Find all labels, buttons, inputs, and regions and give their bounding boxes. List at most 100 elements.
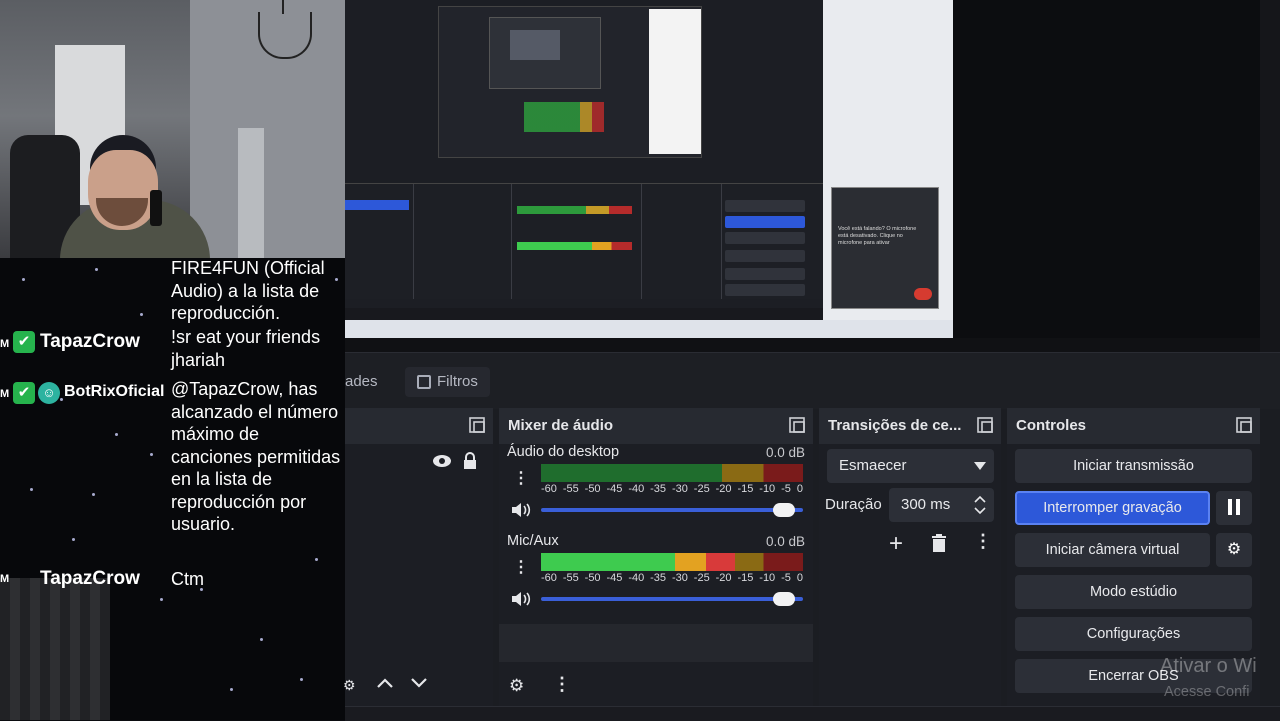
- obs-preview[interactable]: Você está falando? O microfone está desa…: [345, 0, 1260, 352]
- move-down-icon[interactable]: [410, 676, 428, 690]
- transition-select[interactable]: Esmaecer: [827, 449, 994, 483]
- advanced-audio-gear-icon[interactable]: ⚙: [509, 676, 524, 696]
- channel-db-desktop: 0.0 dB: [765, 445, 805, 460]
- settings-icon[interactable]: ⚙: [343, 677, 356, 694]
- mixer-menu-icon[interactable]: ⋮: [553, 674, 571, 695]
- chat-message-text: !sr eat your friends jhariah: [171, 327, 321, 370]
- bot-badge-icon: ☺: [38, 382, 60, 404]
- start-stream-button[interactable]: Iniciar transmissão: [1015, 449, 1252, 483]
- volume-slider-desktop[interactable]: [541, 503, 803, 517]
- settings-button[interactable]: Configurações: [1015, 617, 1252, 651]
- meter-tick-label: -25: [693, 483, 710, 495]
- scene-transitions-dock: Transições de ce... Esmaecer Duração 300…: [819, 408, 1001, 720]
- windows-activation-watermark: Ativar o Wi: [1160, 655, 1257, 677]
- channel-db-mic: 0.0 dB: [765, 534, 805, 549]
- chat-mod-prefix: M: [0, 388, 10, 400]
- tab-filters[interactable]: Filtros: [405, 367, 490, 397]
- add-transition-icon[interactable]: +: [889, 530, 903, 558]
- meter-tick-label: -60: [541, 483, 557, 495]
- meter-tick-label: -45: [606, 572, 623, 584]
- meter-tick-label: -20: [715, 572, 732, 584]
- chat-mod-prefix: M: [0, 573, 10, 585]
- undock-icon[interactable]: [977, 417, 993, 433]
- chat-username: BotRixOficial: [64, 383, 165, 400]
- start-virtual-camera-button[interactable]: Iniciar câmera virtual: [1015, 533, 1210, 567]
- slider-handle[interactable]: [773, 592, 796, 606]
- captured-screen: [345, 0, 825, 338]
- volume-slider-mic[interactable]: [541, 592, 803, 606]
- meter-tick-label: -10: [759, 483, 776, 495]
- stop-recording-button[interactable]: Interromper gravação: [1015, 491, 1210, 525]
- transition-select-value: Esmaecer: [839, 457, 907, 474]
- nested-taskbar: [345, 320, 953, 338]
- duration-spinbox[interactable]: 300 ms: [889, 488, 994, 522]
- undock-icon[interactable]: [1236, 417, 1252, 433]
- volume-meter-desktop: [541, 464, 803, 482]
- pause-recording-button[interactable]: [1216, 491, 1252, 525]
- speaker-icon[interactable]: [511, 591, 531, 607]
- mixer-title: Mixer de áudio: [508, 417, 614, 434]
- moderator-badge-icon: ✔: [13, 382, 35, 404]
- chat-username: TapazCrow: [40, 331, 140, 352]
- dock-tab-row: ades Filtros: [345, 352, 1280, 409]
- meter-scale: -60 -55 -50 -45 -40 -35 -30 -25 -20 -15 -10 -5 0: [541, 572, 803, 584]
- moderator-badge-icon: ✔: [13, 331, 35, 353]
- chat-username: TapazCrow: [40, 568, 140, 589]
- audio-mixer-dock: Mixer de áudio Áudio do desktop 0.0 dB ⋮…: [499, 408, 813, 720]
- nested-phone-window: Você está falando? O microfone está desa…: [823, 0, 953, 320]
- chat-message-text: Ctm: [171, 569, 204, 589]
- trash-icon[interactable]: [931, 534, 947, 552]
- channel-menu-icon[interactable]: ⋮: [513, 468, 529, 488]
- meter-tick-label: -55: [562, 572, 579, 584]
- chevron-down-icon: [974, 462, 986, 470]
- channel-name-mic: Mic/Aux: [507, 533, 559, 549]
- eye-icon[interactable]: [432, 454, 452, 468]
- meter-tick-label: -30: [671, 483, 688, 495]
- transitions-title: Transições de ce...: [828, 417, 962, 434]
- meter-tick-label: -5: [781, 483, 791, 495]
- meter-tick-label: -50: [584, 483, 601, 495]
- tab-filters-label: Filtros: [437, 373, 478, 390]
- obs-status-bar: [345, 706, 1280, 721]
- meter-tick-label: -15: [737, 572, 754, 584]
- meter-tick-label: 0: [796, 572, 803, 584]
- meter-tick-label: -40: [628, 483, 645, 495]
- obs-docks: ades Filtros ⚙ Mixer de áudio Áudio do d…: [343, 352, 1280, 720]
- tab-properties[interactable]: ades: [333, 367, 390, 397]
- meter-tick-label: -10: [759, 572, 776, 584]
- chat-message-text: FIRE4FUN (Official Audio) a la lista de …: [171, 258, 325, 323]
- speaker-icon[interactable]: [511, 502, 531, 518]
- volume-meter-mic: [541, 553, 803, 571]
- meter-tick-label: -20: [715, 483, 732, 495]
- slider-handle[interactable]: [773, 503, 796, 517]
- meter-tick-label: 0: [796, 483, 803, 495]
- sources-dock: ⚙: [343, 408, 493, 720]
- gear-icon: ⚙: [1226, 541, 1242, 558]
- meter-tick-label: -15: [737, 483, 754, 495]
- lock-icon[interactable]: [462, 452, 478, 470]
- spin-arrows-icon[interactable]: [974, 494, 986, 516]
- controls-title: Controles: [1016, 417, 1087, 434]
- webcam-feed: [0, 0, 345, 258]
- virtual-camera-settings-button[interactable]: ⚙: [1216, 533, 1252, 567]
- nested-capture: [438, 6, 702, 158]
- filter-icon: [417, 375, 431, 389]
- pixelated-overlay: [0, 578, 110, 720]
- duration-value: 300 ms: [901, 496, 951, 513]
- meter-tick-label: -60: [541, 572, 557, 584]
- channel-name-desktop: Áudio do desktop: [507, 444, 620, 460]
- channel-menu-icon[interactable]: ⋮: [513, 557, 529, 577]
- meter-tick-label: -5: [781, 572, 791, 584]
- studio-mode-button[interactable]: Modo estúdio: [1015, 575, 1252, 609]
- nested-obs-docks: [345, 183, 825, 299]
- chat-overlay: FIRE4FUN (Official Audio) a la lista de …: [0, 258, 345, 720]
- meter-tick-label: -55: [562, 483, 579, 495]
- meter-tick-label: -40: [628, 572, 645, 584]
- meter-tick-label: -50: [584, 572, 601, 584]
- move-up-icon[interactable]: [376, 676, 394, 690]
- chat-mod-prefix: M: [0, 338, 10, 350]
- undock-icon[interactable]: [789, 417, 805, 433]
- transition-menu-icon[interactable]: ⋮: [974, 531, 992, 552]
- undock-icon[interactable]: [469, 417, 485, 433]
- preview-scrollbar[interactable]: [1260, 0, 1280, 352]
